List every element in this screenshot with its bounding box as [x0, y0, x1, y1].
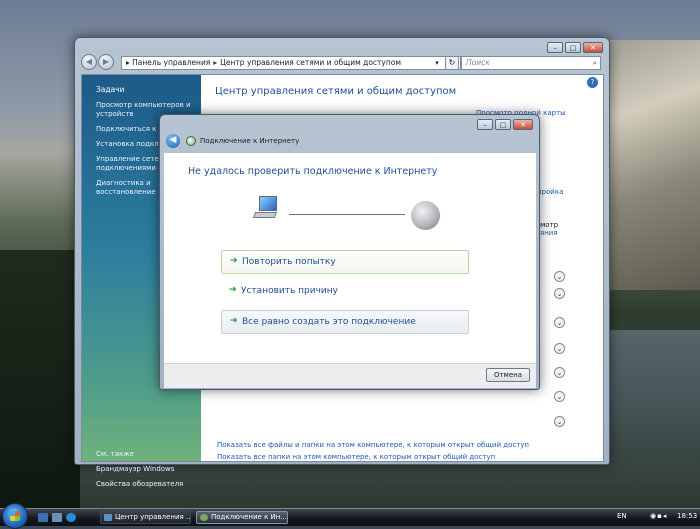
address-bar[interactable]: ▸ Панель управления ▸ Центр управления сет…	[121, 56, 461, 70]
option-retry-label: Повторить попытку	[242, 257, 336, 267]
internet-explorer-icon[interactable]	[66, 513, 76, 522]
partial-link-3[interactable]: яния	[540, 229, 558, 237]
control-panel-icon	[104, 514, 112, 521]
address-dropdown-icon[interactable]: ▾	[431, 56, 443, 70]
maximize-button[interactable]: □	[495, 119, 511, 130]
cancel-button[interactable]: Отмена	[486, 368, 530, 382]
switch-windows-icon[interactable]	[52, 513, 62, 522]
chevron-down-icon[interactable]: ⌄	[554, 367, 565, 378]
dialog-body: Не удалось проверить подключение к Интер…	[164, 153, 536, 377]
magnifier-icon[interactable]: ⌕	[593, 57, 597, 69]
see-also-header: См. также	[96, 450, 134, 458]
link-show-shared-folders[interactable]: Показать все папки на этом компьютере, к…	[217, 453, 495, 461]
network-icon	[186, 136, 196, 146]
tasks-header: Задачи	[96, 85, 125, 94]
green-arrow-icon: ➔	[230, 316, 238, 326]
start-button[interactable]	[2, 503, 28, 529]
chevron-down-icon[interactable]: ⌄	[554, 271, 565, 282]
help-icon[interactable]: ?	[587, 77, 598, 88]
chevron-down-icon[interactable]: ⌄	[554, 288, 565, 299]
green-arrow-icon: ➔	[230, 256, 238, 266]
computer-icon	[252, 195, 280, 221]
address-separator-icon: ▸	[213, 58, 218, 67]
link-browser-properties[interactable]: Свойства обозревателя	[82, 477, 201, 492]
option-find-cause-label: Установить причину	[241, 286, 338, 296]
option-create-anyway-label: Все равно создать это подключение	[242, 317, 416, 327]
windows-logo-icon	[10, 511, 20, 521]
dialog-footer: Отмена	[164, 363, 536, 388]
chevron-down-icon[interactable]: ⌄	[554, 416, 565, 427]
maximize-button[interactable]: □	[565, 42, 581, 53]
taskbar-button-label: Центр управления ...	[115, 513, 191, 521]
link-show-shared-files[interactable]: Показать все файлы и папки на этом компь…	[217, 441, 529, 449]
internet-globe-icon	[411, 201, 440, 230]
option-retry[interactable]: ➔ Повторить попытку	[221, 250, 469, 274]
language-indicator[interactable]: EN	[617, 512, 627, 520]
chevron-down-icon[interactable]: ⌄	[554, 343, 565, 354]
dialog-window-controls: – □ ✕	[477, 119, 533, 130]
taskbar: Центр управления ... Подключение к Ин...…	[0, 503, 700, 529]
wallpaper-trees	[0, 250, 80, 508]
option-find-cause[interactable]: ➔ Установить причину	[221, 280, 469, 304]
address-arrow-icon: ▸	[126, 58, 130, 67]
taskbar-internet-connection[interactable]: Подключение к Ин...	[196, 511, 288, 524]
dialog-heading: Не удалось проверить подключение к Интер…	[188, 166, 438, 177]
back-arrow-icon[interactable]: ◀	[81, 54, 97, 70]
taskbar-control-panel[interactable]: Центр управления ...	[100, 511, 191, 524]
chevron-down-icon[interactable]: ⌄	[554, 317, 565, 328]
network-icon	[200, 514, 208, 521]
chevron-down-icon[interactable]: ⌄	[554, 391, 565, 402]
refresh-icon[interactable]: ↻	[445, 56, 459, 70]
show-desktop-icon[interactable]	[38, 513, 48, 522]
connection-line	[289, 214, 405, 215]
clock[interactable]: 18:53	[677, 512, 697, 520]
partial-text-2: мотр	[540, 221, 559, 229]
partial-link-1[interactable]: пройка	[537, 188, 563, 196]
address-leaf[interactable]: Центр управления сетями и общим доступом	[220, 58, 401, 67]
green-arrow-icon: ➔	[229, 285, 237, 295]
internet-connection-dialog: – □ ✕ ◀ Подключение к Интернету Не удало…	[159, 114, 540, 390]
search-placeholder: Поиск	[466, 58, 490, 67]
forward-arrow-icon[interactable]: ▶	[98, 54, 114, 70]
link-firewall[interactable]: Брандмауэр Windows	[82, 462, 201, 477]
minimize-button[interactable]: –	[477, 119, 493, 130]
tray-icons[interactable]: ◉▪◂	[650, 512, 667, 520]
close-button[interactable]: ✕	[583, 42, 603, 53]
page-title: Центр управления сетями и общим доступом	[215, 86, 457, 97]
address-root[interactable]: Панель управления	[132, 58, 210, 67]
close-button[interactable]: ✕	[513, 119, 533, 130]
search-input[interactable]: Поиск ⌕	[461, 56, 601, 70]
taskbar-button-label: Подключение к Ин...	[211, 513, 288, 521]
option-create-anyway[interactable]: ➔ Все равно создать это подключение	[221, 310, 469, 334]
window-controls: – □ ✕	[547, 42, 603, 53]
back-arrow-icon[interactable]: ◀	[166, 134, 180, 148]
minimize-button[interactable]: –	[547, 42, 563, 53]
dialog-title: Подключение к Интернету	[200, 137, 300, 145]
